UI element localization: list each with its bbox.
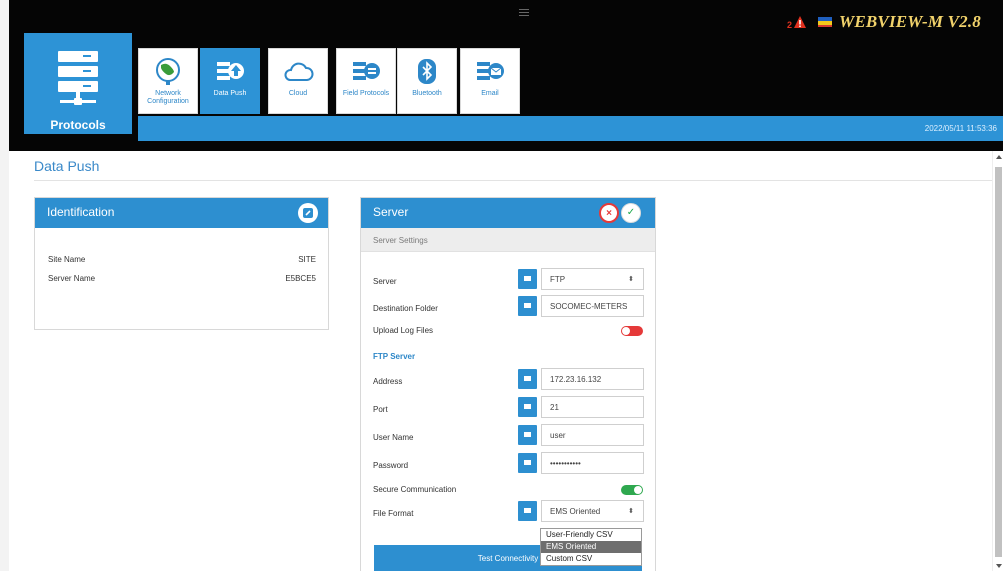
user-icon [518, 425, 537, 445]
server-panel: Server × ✓ Server Settings Server FTP ⬍ … [360, 197, 656, 571]
scroll-down-arrow[interactable] [996, 564, 1002, 568]
status-bar: 2022/05/11 11:53:36 [138, 116, 1003, 141]
title-divider [34, 180, 997, 181]
network-icon [518, 369, 537, 389]
server-label: Server [373, 277, 397, 286]
site-name-row: Site Name SITE [48, 255, 316, 264]
site-name-value: SITE [298, 255, 316, 264]
menu-icon[interactable] [519, 9, 529, 17]
site-name-label: Site Name [48, 255, 86, 264]
identification-header: Identification [35, 198, 328, 228]
toggle-knob [634, 486, 642, 494]
user-name-value: user [550, 431, 566, 440]
select-arrows-icon: ⬍ [628, 276, 634, 283]
lock-icon [518, 453, 537, 473]
server-name-value: E5BCE5 [285, 274, 316, 283]
port-value: 21 [550, 403, 559, 412]
server-name-row: Server Name E5BCE5 [48, 274, 316, 283]
tab-cloud[interactable]: Cloud [268, 48, 328, 114]
port-input[interactable]: 21 [541, 396, 644, 418]
port-label: Port [373, 405, 388, 414]
field-protocols-icon [353, 62, 380, 80]
toggle-knob [622, 327, 630, 335]
scroll-thumb[interactable] [995, 167, 1002, 557]
server-title: Server [373, 205, 409, 219]
tab-label: Bluetooth [412, 90, 442, 97]
protocols-section-tile[interactable]: Protocols [24, 33, 132, 134]
edit-icon [303, 208, 313, 218]
identification-panel: Identification Site Name SITE Server Nam… [34, 197, 329, 330]
check-icon: ✓ [626, 207, 636, 218]
destination-folder-value: SOCOMEC-METERS [550, 302, 628, 311]
brand-title: WEBVIEW-M V2.8 [839, 12, 982, 31]
secure-communication-toggle[interactable] [621, 485, 643, 495]
globe-icon [156, 58, 180, 85]
window-edge [0, 0, 9, 571]
alert-count: 2 [787, 20, 793, 30]
tab-field-protocols[interactable]: Field Protocols [336, 48, 396, 114]
tab-label: Field Protocols [342, 90, 390, 97]
monitor-icon [518, 269, 537, 289]
tab-label: Data Push [213, 90, 247, 97]
tab-network-configuration[interactable]: Network Configuration [138, 48, 198, 114]
tab-label: Network Configuration [147, 90, 189, 105]
server-stack-icon [58, 51, 98, 105]
server-settings-subheader: Server Settings [361, 228, 655, 252]
protocols-label: Protocols [50, 118, 106, 132]
scroll-up-arrow[interactable] [996, 155, 1002, 159]
password-value: ••••••••••• [550, 459, 581, 468]
tab-label: Cloud [288, 90, 308, 97]
file-format-select[interactable]: EMS Oriented ⬍ [541, 500, 644, 522]
alert-icon[interactable] [793, 15, 807, 29]
bluetooth-icon [418, 59, 436, 84]
ftp-server-section-label: FTP Server [373, 352, 416, 361]
password-input[interactable]: ••••••••••• [541, 452, 644, 474]
identification-title: Identification [47, 205, 115, 219]
user-name-label: User Name [373, 433, 414, 442]
datetime-display: 2022/05/11 11:53:36 [924, 124, 997, 133]
address-input[interactable]: 172.23.16.132 [541, 368, 644, 390]
address-value: 172.23.16.132 [550, 375, 602, 384]
file-format-value: EMS Oriented [550, 507, 601, 516]
format-option-ems-oriented[interactable]: EMS Oriented [541, 541, 641, 553]
page-title: Data Push [34, 158, 100, 174]
brand-area: 2 WEBVIEW-M V2.8 [787, 10, 981, 34]
server-select-value: FTP [550, 275, 566, 284]
close-icon: × [606, 208, 612, 219]
port-icon [518, 397, 537, 417]
edit-button[interactable] [298, 203, 318, 223]
server-select[interactable]: FTP ⬍ [541, 268, 644, 290]
email-icon [477, 62, 504, 80]
format-option-custom-csv[interactable]: Custom CSV [541, 553, 641, 565]
folder-icon [518, 296, 537, 316]
data-push-icon [217, 62, 244, 80]
cloud-icon [284, 62, 314, 81]
file-format-dropdown[interactable]: User-Friendly CSV EMS Oriented Custom CS… [540, 528, 642, 566]
file-format-label: File Format [373, 509, 414, 518]
upload-log-files-label: Upload Log Files [373, 326, 434, 335]
vertical-scrollbar[interactable] [992, 151, 1003, 571]
address-label: Address [373, 377, 403, 386]
server-name-label: Server Name [48, 274, 96, 283]
confirm-button[interactable]: ✓ [621, 203, 641, 223]
app-window: 2 WEBVIEW-M V2.8 Protocols Network Confi… [0, 0, 1003, 571]
flag-icon[interactable] [817, 15, 833, 29]
select-arrows-icon: ⬍ [628, 508, 634, 515]
server-header: Server × ✓ [361, 198, 655, 228]
destination-folder-label: Destination Folder [373, 304, 438, 313]
file-icon [518, 501, 537, 521]
cancel-button[interactable]: × [599, 203, 619, 223]
user-name-input[interactable]: user [541, 424, 644, 446]
tab-email[interactable]: Email [460, 48, 520, 114]
format-option-user-friendly-csv[interactable]: User-Friendly CSV [541, 529, 641, 541]
tab-bluetooth[interactable]: Bluetooth [397, 48, 457, 114]
password-label: Password [373, 461, 409, 470]
secure-communication-label: Secure Communication [373, 485, 457, 494]
tab-label: Email [481, 90, 499, 97]
tab-data-push[interactable]: Data Push [200, 48, 260, 114]
destination-folder-input[interactable]: SOCOMEC-METERS [541, 295, 644, 317]
upload-log-files-toggle[interactable] [621, 326, 643, 336]
